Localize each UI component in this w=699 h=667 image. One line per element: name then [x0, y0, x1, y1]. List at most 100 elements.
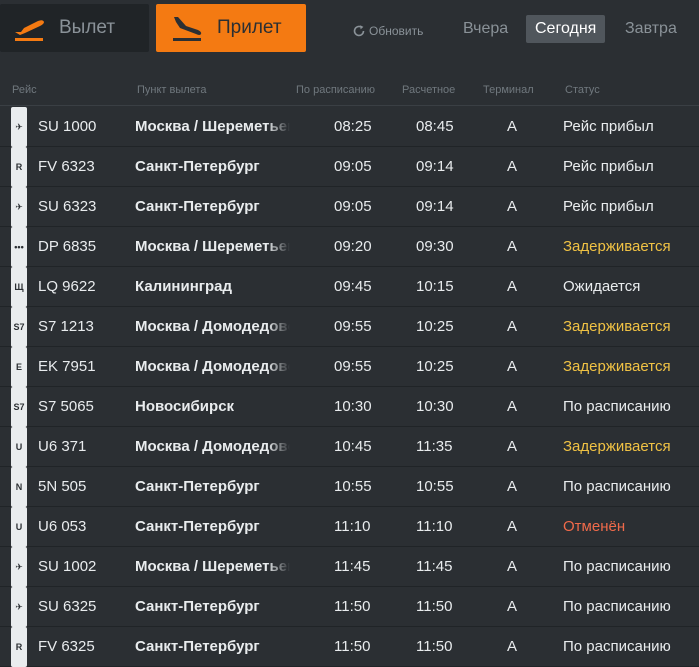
terminal: A — [507, 238, 518, 255]
terminal: A — [507, 118, 518, 135]
flight-status: Рейс прибыл — [563, 118, 654, 135]
origin-city: Санкт-Петербург — [135, 158, 260, 175]
flight-status: Задерживается — [563, 318, 671, 335]
terminal: A — [507, 598, 518, 615]
table-header: Рейс Пункт вылета По расписанию Расчетно… — [0, 80, 699, 100]
scheduled-time: 11:10 — [334, 518, 371, 535]
terminal: A — [507, 318, 518, 335]
scheduled-time: 09:05 — [334, 198, 372, 215]
col-scheduled: По расписанию — [296, 84, 376, 96]
flight-number: SU 1000 — [38, 118, 97, 135]
flight-number: SU 1002 — [38, 558, 97, 575]
flight-row[interactable]: U U6 053 Санкт-Петербург 11:10 11:10 A Отменён — [0, 507, 699, 547]
day-today[interactable]: Сегодня — [526, 15, 606, 43]
origin-city: Новосибирск — [135, 398, 235, 415]
rossiya-logo-icon: R — [11, 147, 27, 187]
terminal: A — [507, 358, 518, 375]
tab-departures[interactable]: Вылет — [0, 4, 149, 52]
flight-row[interactable]: Щ LQ 9622 Калининград 09:45 10:15 A Ожидается — [0, 267, 699, 307]
aeroflot-logo-icon: ✈ — [11, 187, 27, 227]
flight-row[interactable]: S7 S7 5065 Новосибирск 10:30 10:30 A По распис… — [0, 387, 699, 427]
flight-row[interactable]: R FV 6325 Санкт-Петербург 11:50 11:50 A По рас… — [0, 627, 699, 667]
scheduled-time: 08:25 — [334, 118, 372, 135]
flight-row[interactable]: N 5N 505 Санкт-Петербург 10:55 10:55 A По расп… — [0, 467, 699, 507]
terminal: A — [507, 558, 518, 575]
refresh-button[interactable]: Обновить — [352, 22, 423, 40]
col-flight: Рейс — [12, 84, 37, 96]
terminal: A — [507, 438, 518, 455]
flight-number: DP 6835 — [38, 238, 97, 255]
estimated-time: 11:35 — [416, 438, 453, 455]
col-estimated: Расчетное — [402, 84, 456, 96]
flight-number: S7 1213 — [38, 318, 94, 335]
flight-row[interactable]: E EK 7951 Москва / Домодедово 09:55 10:25 A За… — [0, 347, 699, 387]
lukoil-logo-icon: Щ — [11, 267, 27, 307]
scheduled-time: 11:45 — [334, 558, 371, 575]
estimated-time: 11:10 — [416, 518, 453, 535]
flight-status: Задерживается — [563, 358, 671, 375]
flight-status: Рейс прибыл — [563, 198, 654, 215]
origin-city: Калининград — [135, 278, 233, 295]
flight-row[interactable]: ✈ SU 1002 Москва / Шереметьево 11:45 11:45 A П… — [0, 547, 699, 587]
estimated-time: 09:30 — [416, 238, 454, 255]
flight-row[interactable]: ✈ SU 6323 Санкт-Петербург 09:05 09:14 A Рейс п… — [0, 187, 699, 227]
origin-city: Москва / Домодедово — [135, 318, 290, 335]
estimated-time: 10:15 — [416, 278, 454, 295]
flight-status: Рейс прибыл — [563, 158, 654, 175]
flight-row[interactable]: ••• DP 6835 Москва / Шереметьево 09:20 09:30… — [0, 227, 699, 267]
estimated-time: 11:50 — [416, 598, 453, 615]
scheduled-time: 11:50 — [334, 598, 371, 615]
flight-status: Отменён — [563, 518, 626, 535]
flight-row[interactable]: U U6 371 Москва / Домодедово 10:45 11:35 A Зад… — [0, 427, 699, 467]
origin-city: Москва / Шереметьево — [135, 558, 290, 575]
flight-row[interactable]: S7 S7 1213 Москва / Домодедово 09:55 10:25 A З… — [0, 307, 699, 347]
flight-row[interactable]: ✈ SU 1000 Москва / Шереметьево 08:25 08:45 A Р… — [0, 107, 699, 147]
estimated-time: 10:25 — [416, 318, 454, 335]
tab-departures-label: Вылет — [59, 17, 116, 38]
terminal: A — [507, 398, 518, 415]
scheduled-time: 09:55 — [334, 318, 372, 335]
estimated-time: 09:14 — [416, 158, 454, 175]
terminal: A — [507, 478, 518, 495]
nordwind-logo-icon: N — [11, 467, 27, 507]
origin-city: Санкт-Петербург — [135, 638, 260, 655]
day-tomorrow[interactable]: Завтра — [616, 15, 686, 43]
flight-number: S7 5065 — [38, 398, 94, 415]
flight-number: U6 053 — [38, 518, 87, 535]
ural-logo-icon: U — [11, 427, 27, 467]
scheduled-time: 10:45 — [334, 438, 372, 455]
origin-city: Москва / Домодедово — [135, 438, 290, 455]
plane-landing-icon — [173, 17, 202, 41]
flight-status: Задерживается — [563, 438, 671, 455]
s7-logo-icon: S7 — [11, 307, 27, 347]
pobeda-logo-icon: ••• — [11, 227, 27, 267]
tab-arrivals[interactable]: Прилет — [156, 4, 306, 52]
flight-number: EK 7951 — [38, 358, 96, 375]
flight-row[interactable]: ✈ SU 6325 Санкт-Петербург 11:50 11:50 A По рас… — [0, 587, 699, 627]
terminal: A — [507, 638, 518, 655]
origin-city: Санкт-Петербург — [135, 198, 260, 215]
estimated-time: 10:55 — [416, 478, 454, 495]
origin-city: Москва / Шереметьево — [135, 118, 290, 135]
terminal: A — [507, 198, 518, 215]
estimated-time: 10:30 — [416, 398, 454, 415]
aeroflot-logo-icon: ✈ — [11, 547, 27, 587]
tab-arrivals-label: Прилет — [217, 17, 282, 38]
flight-number: FV 6323 — [38, 158, 95, 175]
scheduled-time: 11:50 — [334, 638, 371, 655]
scheduled-time: 09:05 — [334, 158, 372, 175]
col-terminal: Терминал — [483, 84, 534, 96]
estimated-time: 10:25 — [416, 358, 454, 375]
rossiya-logo-icon: R — [11, 627, 27, 667]
scheduled-time: 10:30 — [334, 398, 372, 415]
estimated-time: 08:45 — [416, 118, 454, 135]
flight-number: 5N 505 — [38, 478, 87, 495]
flight-number: SU 6323 — [38, 198, 97, 215]
origin-city: Москва / Шереметьево — [135, 238, 290, 255]
day-yesterday[interactable]: Вчера — [454, 15, 517, 43]
scheduled-time: 09:20 — [334, 238, 372, 255]
emirates-logo-icon: E — [11, 347, 27, 387]
scheduled-time: 09:55 — [334, 358, 372, 375]
flight-status: По расписанию — [563, 398, 671, 415]
flight-row[interactable]: R FV 6323 Санкт-Петербург 09:05 09:14 A Рейс п… — [0, 147, 699, 187]
